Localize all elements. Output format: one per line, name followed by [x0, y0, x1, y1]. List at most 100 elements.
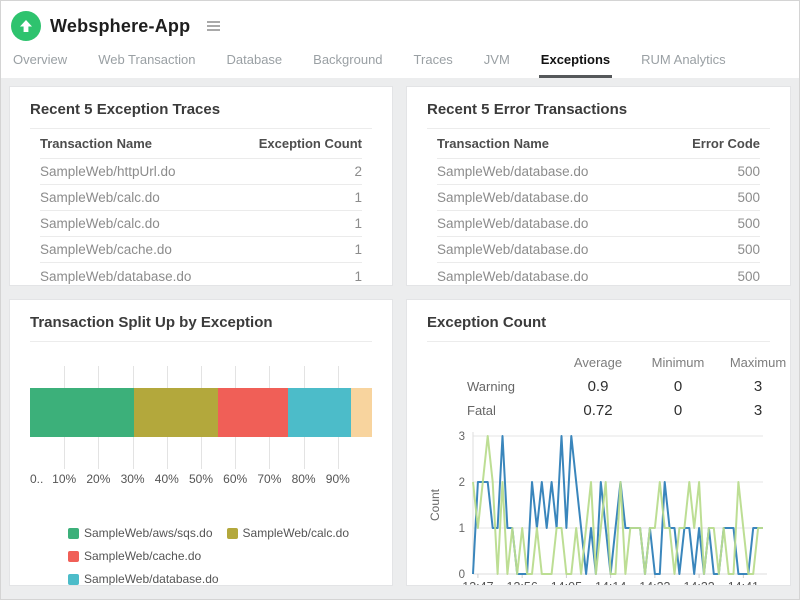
legend-label: SampleWeb/calc.do [243, 526, 350, 540]
bar-segment-database.do[interactable] [288, 388, 351, 437]
x-tick-label: 40% [155, 472, 179, 486]
value-cell: 500 [737, 242, 760, 257]
app-status-icon [11, 11, 41, 41]
stats-value: 3 [718, 374, 791, 398]
legend-swatch [68, 574, 79, 585]
up-arrow-icon [19, 19, 33, 33]
panel-title: Recent 5 Error Transactions [427, 99, 770, 129]
transaction-name-cell: SampleWeb/database.do [437, 190, 588, 205]
stats-column-header: Minimum [638, 350, 718, 374]
table-row: SampleWeb/database.do 500 [437, 237, 760, 263]
bar-segment-cache.do[interactable] [218, 388, 288, 437]
tab-database[interactable]: Database [225, 52, 285, 78]
table-row: SampleWeb/cache.do 1 [40, 237, 362, 263]
app-header: Websphere-App Overview Web Transaction Dat… [1, 1, 799, 78]
legend-item[interactable]: SampleWeb/aws/sqs.do [68, 526, 213, 540]
tab-traces[interactable]: Traces [412, 52, 455, 78]
dashboard: Websphere-App Overview Web Transaction Dat… [0, 0, 800, 600]
table-row: SampleWeb/calc.do1 [40, 185, 362, 211]
transaction-name-cell: SampleWeb/cache.do [40, 242, 172, 257]
panel-transaction-split: Transaction Split Up by Exception 0..10%… [9, 299, 393, 586]
value-cell: 500 [737, 216, 760, 231]
value-cell: 500 [737, 190, 760, 205]
stacked-bar-chart [30, 366, 372, 469]
x-tick-label: 10% [52, 472, 76, 486]
exception-traces-table: Transaction NameException Count SampleWeb… [30, 129, 372, 286]
table-row: SampleWeb/database.do 500 [437, 159, 760, 185]
x-tick-label: 50% [189, 472, 213, 486]
tab-rum-analytics[interactable]: RUM Analytics [639, 52, 728, 78]
hamburger-menu-icon[interactable] [204, 18, 223, 34]
transaction-name-cell: SampleWeb/calc.do [40, 216, 160, 231]
value-cell: 500 [737, 269, 760, 284]
svg-text:14:14: 14:14 [595, 580, 626, 586]
transaction-name-cell: SampleWeb/database.do [437, 242, 588, 257]
stats-corner [427, 350, 558, 374]
transaction-name-cell: SampleWeb/httpUrl.do [40, 164, 176, 179]
bar-segment-sqs.do[interactable] [30, 388, 134, 437]
panel-title: Exception Count [427, 312, 770, 342]
legend-item[interactable]: SampleWeb/database.do [68, 572, 219, 586]
legend-item[interactable]: SampleWeb/calc.do [227, 526, 350, 540]
svg-text:1: 1 [459, 523, 465, 535]
panel-title: Recent 5 Exception Traces [30, 99, 372, 129]
value-cell: 1 [354, 242, 362, 257]
legend-swatch [68, 528, 79, 539]
svg-text:3: 3 [459, 431, 465, 443]
exception-count-stats: AverageMinimumMaximumWarning0.903Fatal0.… [427, 350, 791, 422]
bar-segment-calc.do[interactable] [134, 388, 218, 437]
tab-overview[interactable]: Overview [11, 52, 69, 78]
transaction-name-cell: SampleWeb/calc.do [40, 190, 160, 205]
x-tick-label: 90% [326, 472, 350, 486]
column-header: Transaction Name [40, 136, 152, 151]
x-tick-label: 20% [86, 472, 110, 486]
tab-exceptions[interactable]: Exceptions [539, 52, 612, 78]
svg-text:14:05: 14:05 [551, 580, 582, 586]
value-cell: 2 [354, 164, 362, 179]
legend-item[interactable]: SampleWeb/cache.do [68, 549, 201, 563]
table-row: SampleWeb/database.do 500 [437, 211, 760, 237]
tab-background[interactable]: Background [311, 52, 384, 78]
stats-row-label: Warning [427, 374, 558, 398]
legend-label: SampleWeb/cache.do [84, 549, 201, 563]
transaction-name-cell: SampleWeb/database.do [40, 269, 191, 284]
bar-segment-httpUrl.do[interactable] [351, 388, 372, 437]
svg-text:14:23: 14:23 [639, 580, 670, 586]
tab-bar: Overview Web Transaction Database Backgroun… [11, 42, 799, 78]
panel-recent-error-transactions: Recent 5 Error Transactions Transaction … [406, 86, 791, 286]
svg-text:14:41: 14:41 [728, 580, 759, 586]
legend-swatch [68, 551, 79, 562]
svg-text:2: 2 [459, 477, 465, 489]
svg-text:Count: Count [428, 488, 442, 521]
value-cell: 500 [737, 164, 760, 179]
x-tick-label: 70% [257, 472, 281, 486]
stats-column-header: Maximum [718, 350, 791, 374]
tab-web-transaction[interactable]: Web Transaction [96, 52, 197, 78]
bar-stack [30, 388, 372, 437]
table-header-row: Transaction NameError Code [437, 129, 760, 159]
bar-chart-legend: SampleWeb/aws/sqs.do SampleWeb/calc.do Sam… [68, 526, 360, 586]
value-cell: 1 [354, 269, 362, 284]
legend-swatch [227, 528, 238, 539]
page-title: Websphere-App [50, 16, 190, 37]
svg-text:13:56: 13:56 [507, 580, 538, 586]
stats-row-label: Fatal [427, 398, 558, 422]
table-row: SampleWeb/database.do 500 [437, 185, 760, 211]
panel-exception-count: Exception Count AverageMinimumMaximumWar… [406, 299, 791, 586]
column-header: Transaction Name [437, 136, 549, 151]
transaction-name-cell: SampleWeb/database.do [437, 216, 588, 231]
legend-label: SampleWeb/aws/sqs.do [84, 526, 213, 540]
x-tick-label: 30% [121, 472, 145, 486]
x-tick-label: 80% [292, 472, 316, 486]
transaction-name-cell: SampleWeb/database.do [437, 164, 588, 179]
stats-value: 0.72 [558, 398, 638, 422]
x-tick-label: 60% [223, 472, 247, 486]
table-header-row: Transaction NameException Count [40, 129, 362, 159]
tab-jvm[interactable]: JVM [482, 52, 512, 78]
bar-chart-x-axis: 0.. 10% 20% 30% 40% 50% 60% 70% 80% 90% [30, 472, 372, 490]
x-tick-label: 0.. [30, 472, 43, 486]
stats-value: 0 [638, 398, 718, 422]
series-warning [473, 436, 763, 574]
main-content: Recent 5 Exception Traces Transaction Na… [1, 78, 799, 599]
svg-text:14:32: 14:32 [683, 580, 714, 586]
